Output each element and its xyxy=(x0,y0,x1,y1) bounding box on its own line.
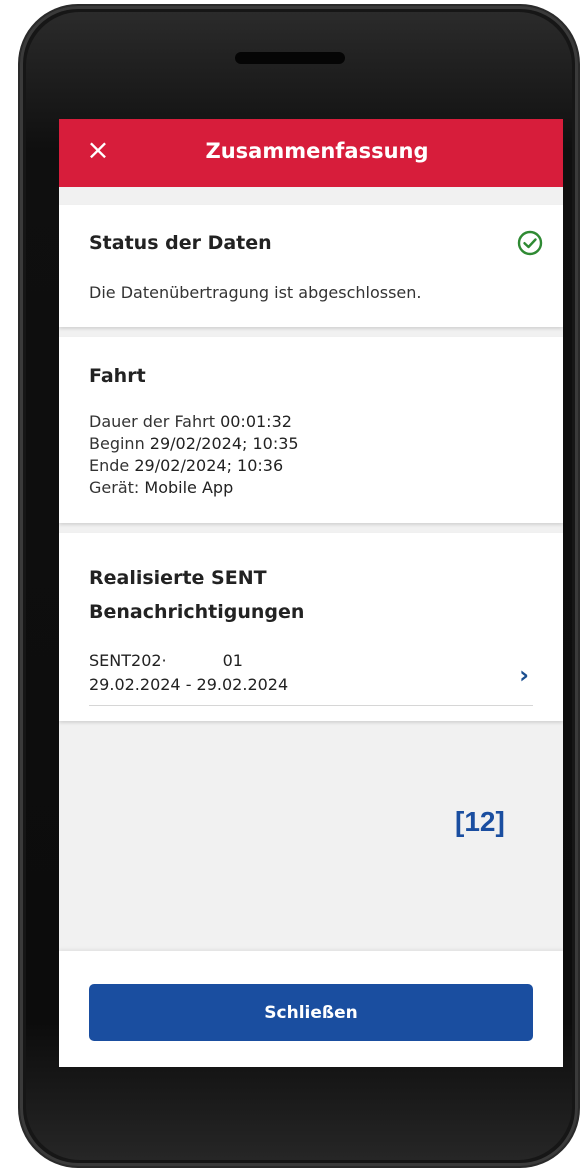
sent-title-line2: Benachrichtigungen xyxy=(89,601,305,623)
status-card-title: Status der Daten xyxy=(89,232,272,254)
trip-device: Gerät: Mobile App xyxy=(89,477,299,499)
sent-id: SENT202· 01 xyxy=(89,651,243,670)
check-circle-icon xyxy=(517,230,543,256)
start-label: Beginn xyxy=(89,434,145,453)
duration-value: 00:01:32 xyxy=(220,412,292,431)
page-title: Zusammenfassung xyxy=(205,139,429,163)
sent-title-line1: Realisierte SENT xyxy=(89,567,267,589)
sent-card: Realisierte SENT Benachrichtigungen SENT… xyxy=(59,533,563,721)
end-value: 29/02/2024; 10:36 xyxy=(134,456,284,475)
trip-card: Fahrt Dauer der Fahrt 00:01:32 Beginn 29… xyxy=(59,337,563,523)
end-label: Ende xyxy=(89,456,130,475)
status-message: Die Datenübertragung ist abgeschlossen. xyxy=(89,283,422,302)
app-screen: × Zusammenfassung Status der Daten Die D… xyxy=(59,119,563,1067)
device-value: Mobile App xyxy=(144,478,234,497)
step-annotation: [12] xyxy=(455,806,505,837)
trip-start: Beginn 29/02/2024; 10:35 xyxy=(89,433,299,455)
chevron-right-icon[interactable]: › xyxy=(519,661,529,689)
trip-details: Dauer der Fahrt 00:01:32 Beginn 29/02/20… xyxy=(89,411,299,499)
sent-date-range: 29.02.2024 - 29.02.2024 xyxy=(89,675,289,694)
footer-bar: Schließen xyxy=(59,951,563,1067)
close-button[interactable]: Schließen xyxy=(89,984,533,1041)
trip-end: Ende 29/02/2024; 10:36 xyxy=(89,455,299,477)
sent-card-title: Realisierte SENT Benachrichtigungen xyxy=(89,561,304,629)
device-label: Gerät: xyxy=(89,478,140,497)
duration-label: Dauer der Fahrt xyxy=(89,412,215,431)
sent-list-item[interactable]: SENT202· 01 29.02.2024 - 29.02.2024 › xyxy=(89,651,533,706)
status-card: Status der Daten Die Datenübertragung is… xyxy=(59,205,563,327)
app-header: × Zusammenfassung xyxy=(59,119,563,187)
start-value: 29/02/2024; 10:35 xyxy=(149,434,299,453)
trip-duration: Dauer der Fahrt 00:01:32 xyxy=(89,411,299,433)
phone-speaker xyxy=(235,52,345,64)
trip-card-title: Fahrt xyxy=(89,365,146,387)
